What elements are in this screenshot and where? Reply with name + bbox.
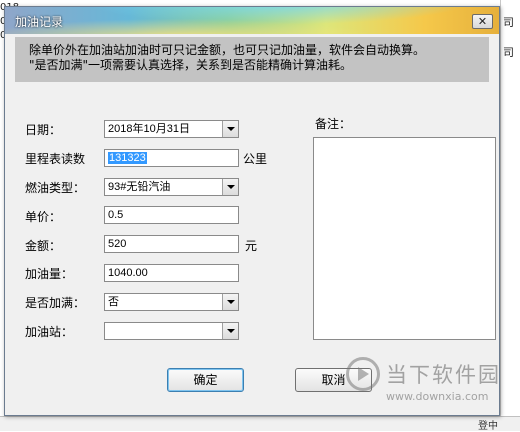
ok-button[interactable]: 确定 [167,368,244,392]
odometer-label: 里程表读数 [25,152,86,166]
date-value: 2018年10月31日 [108,123,190,135]
unit-price-label: 单价： [25,210,62,224]
notice-panel: 除单价外在加油站加油时可只记金额，也可只记加油量，软件会自动换算。 "是否加满"… [15,37,489,82]
chevron-down-icon[interactable] [222,179,238,195]
fuel-type-label: 燃油类型： [25,181,86,195]
volume-label: 加油量： [25,267,74,281]
chevron-down-icon[interactable] [222,121,238,137]
full-tank-value: 否 [108,296,119,308]
odometer-value: 131323 [108,152,147,164]
amount-input[interactable]: 520 [104,235,239,253]
close-button[interactable]: ✕ [472,14,493,29]
fuel-type-value: 93#无铅汽油 [108,181,171,193]
close-icon: ✕ [477,15,488,28]
background-cell: 司 [503,46,514,59]
station-label: 加油站： [25,325,74,339]
notes-label: 备注： [315,117,352,131]
watermark: 当下软件园 www.downxia.com [346,357,516,413]
amount-value: 520 [108,238,127,250]
watermark-url: www.downxia.com [386,390,489,403]
background-cell: 司 [503,16,514,29]
full-tank-select[interactable]: 否 [104,293,239,311]
odometer-input[interactable]: 131323 [104,149,239,167]
dialog-title: 加油记录 [15,15,64,29]
fuel-record-dialog: 加油记录 ✕ 除单价外在加油站加油时可只记金额，也可只记加油量，软件会自动换算。… [4,6,500,416]
unit-price-input[interactable]: 0.5 [104,206,239,224]
date-picker[interactable]: 2018年10月31日 [104,120,239,138]
volume-value: 1040.00 [108,267,148,279]
amount-label: 金额： [25,239,62,253]
notes-textarea[interactable] [313,137,496,340]
fuel-type-select[interactable]: 93#无铅汽油 [104,178,239,196]
volume-input[interactable]: 1040.00 [104,264,239,282]
amount-unit: 元 [245,239,258,253]
watermark-logo-icon [346,357,380,391]
odometer-unit: 公里 [243,152,268,166]
unit-price-value: 0.5 [108,209,124,221]
station-select[interactable] [104,322,239,340]
chevron-down-icon[interactable] [222,323,238,339]
chevron-down-icon[interactable] [222,294,238,310]
watermark-text: 当下软件园 [386,363,501,387]
notice-line-2: "是否加满"一项需要认真选择，关系到是否能精确计算油耗。 [29,58,353,72]
background-status-bar [0,416,520,431]
date-label: 日期： [25,123,62,137]
full-tank-label: 是否加满： [25,296,86,310]
dialog-titlebar[interactable]: 加油记录 ✕ [5,7,499,34]
